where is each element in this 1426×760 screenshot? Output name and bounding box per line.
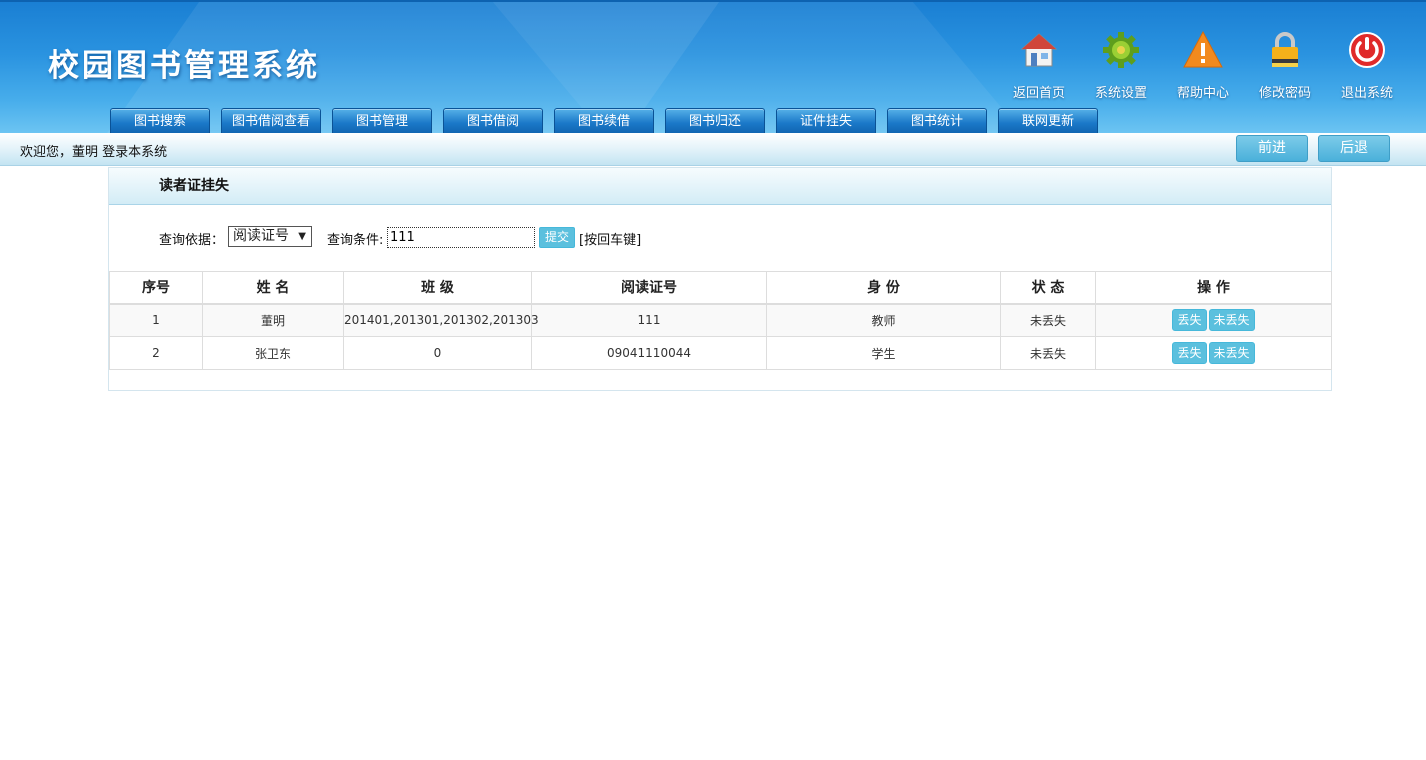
top-nav-home-label: 返回首页: [1012, 86, 1065, 101]
col-header-actions: 操 作: [1095, 271, 1332, 305]
mark-lost-button[interactable]: 丢失: [1172, 342, 1207, 364]
back-button[interactable]: 后退: [1318, 135, 1390, 162]
col-header-status: 状 态: [1000, 271, 1096, 305]
top-nav-help-label: 帮助中心: [1176, 86, 1229, 101]
cell-card: 09041110044: [531, 336, 767, 370]
tab-card-loss[interactable]: 证件挂失: [776, 108, 876, 133]
cell-actions: 丢失 未丢失: [1095, 303, 1332, 337]
mark-not-lost-button[interactable]: 未丢失: [1208, 309, 1255, 332]
top-nav-logout[interactable]: 退出系统: [1326, 28, 1408, 101]
tab-book-search[interactable]: 图书搜索: [110, 108, 210, 133]
search-condition-input[interactable]: [387, 227, 535, 248]
welcome-bar: 欢迎您，董明 登录本系统 前进 后退: [0, 133, 1426, 166]
cell-actions: 丢失 未丢失: [1095, 336, 1332, 370]
mark-not-lost-button[interactable]: 未丢失: [1208, 342, 1255, 364]
col-header-card: 阅读证号: [531, 271, 767, 305]
col-header-class: 班 级: [343, 271, 532, 305]
tab-book-borrow[interactable]: 图书借阅: [443, 108, 543, 133]
main-tabs: 图书搜索 图书借阅查看 图书管理 图书借阅 图书续借 图书归还 证件挂失 图书统…: [110, 108, 1109, 133]
search-condition-label: 查询条件:: [327, 233, 384, 248]
col-header-identity: 身 份: [766, 271, 1001, 305]
header: 校园图书管理系统 返回首页 系统设置 帮助中心 修改密码 退出系统 图书搜索 图…: [0, 0, 1426, 133]
table-header-row: 序号 姓 名 班 级 阅读证号 身 份 状 态 操 作: [109, 271, 1332, 305]
cell-identity: 学生: [766, 336, 1001, 370]
mark-lost-button[interactable]: 丢失: [1172, 309, 1207, 332]
cell-index: 1: [109, 303, 203, 337]
search-basis-value: 阅读证号: [233, 228, 289, 244]
tab-borrow-view[interactable]: 图书借阅查看: [221, 108, 321, 133]
lock-icon: [1263, 28, 1307, 72]
cell-card: 111: [531, 303, 767, 337]
top-nav-help[interactable]: 帮助中心: [1162, 28, 1244, 101]
tab-book-manage[interactable]: 图书管理: [332, 108, 432, 133]
home-icon: [1017, 28, 1061, 72]
power-icon: [1345, 28, 1389, 72]
welcome-text: 欢迎您，董明 登录本系统: [20, 145, 168, 160]
top-nav-logout-label: 退出系统: [1340, 86, 1393, 101]
table-row: 1 董明 201401,201301,201302,201303 111 教师 …: [109, 303, 1332, 337]
cell-class: 0: [343, 336, 532, 370]
enter-key-hint: [按回车键]: [579, 233, 642, 248]
cell-identity: 教师: [766, 303, 1001, 337]
search-basis-select[interactable]: 阅读证号 ▼: [228, 226, 312, 247]
top-nav-settings[interactable]: 系统设置: [1080, 28, 1162, 101]
top-nav-settings-label: 系统设置: [1094, 86, 1147, 101]
submit-button[interactable]: 提交: [539, 227, 575, 248]
panel-title: 读者证挂失: [109, 168, 1331, 205]
tab-book-renew[interactable]: 图书续借: [554, 108, 654, 133]
app-logo: 校园图书管理系统: [48, 48, 320, 84]
col-header-name: 姓 名: [202, 271, 344, 305]
gear-icon: [1099, 28, 1143, 72]
warning-icon: [1181, 28, 1225, 72]
cell-name: 董明: [202, 303, 344, 337]
cell-status: 未丢失: [1000, 336, 1096, 370]
search-basis-label: 查询依据：: [159, 233, 225, 248]
dropdown-arrow-icon: ▼: [298, 231, 306, 242]
cell-class: 201401,201301,201302,201303: [343, 303, 539, 337]
top-nav-password[interactable]: 修改密码: [1244, 28, 1326, 101]
cell-index: 2: [109, 336, 203, 370]
tab-book-stats[interactable]: 图书统计: [887, 108, 987, 133]
top-nav: 返回首页 系统设置 帮助中心 修改密码 退出系统: [998, 28, 1408, 101]
tab-online-update[interactable]: 联网更新: [998, 108, 1098, 133]
card-loss-panel: 读者证挂失 查询依据： 阅读证号 ▼ 查询条件: 提交 [按回车键] 序号 姓 …: [108, 167, 1332, 391]
cell-status: 未丢失: [1000, 303, 1096, 337]
reader-table: 序号 姓 名 班 级 阅读证号 身 份 状 态 操 作 1 董明 201401,…: [109, 271, 1332, 370]
cell-name: 张卫东: [202, 336, 344, 370]
top-nav-home[interactable]: 返回首页: [998, 28, 1080, 101]
top-nav-password-label: 修改密码: [1258, 86, 1311, 101]
table-row: 2 张卫东 0 09041110044 学生 未丢失 丢失 未丢失: [109, 336, 1332, 370]
col-header-index: 序号: [109, 271, 203, 305]
tab-book-return[interactable]: 图书归还: [665, 108, 765, 133]
search-row: 查询依据： 阅读证号 ▼ 查询条件: 提交 [按回车键]: [109, 205, 1331, 271]
forward-button[interactable]: 前进: [1236, 135, 1308, 162]
